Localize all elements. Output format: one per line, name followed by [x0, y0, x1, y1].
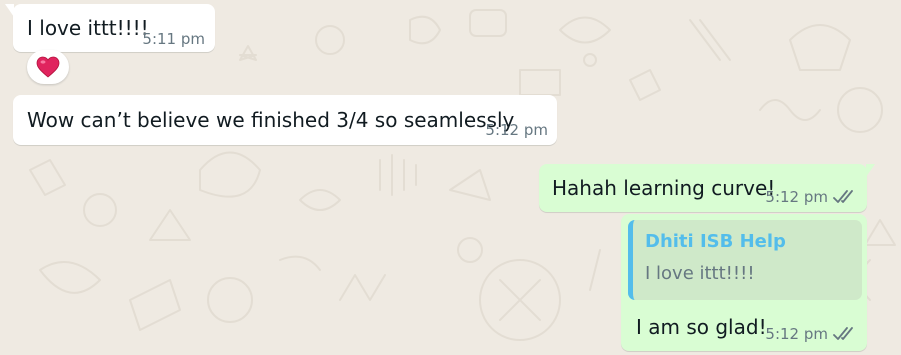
chat-background: I love ittt!!!! 5:11 pm Wow can’t believ… — [0, 0, 901, 355]
bubble-tail — [866, 164, 875, 177]
message-text: Hahah learning curve! — [552, 176, 776, 200]
message-timestamp: 5:12 pm — [765, 325, 857, 343]
message-timestamp: 5:12 pm — [765, 188, 857, 206]
incoming-message-2[interactable]: Wow can’t believe we finished 3/4 so sea… — [13, 95, 557, 145]
quoted-text: I love ittt!!!! — [645, 263, 755, 284]
outgoing-message-1[interactable]: Hahah learning curve! 5:12 pm — [539, 164, 875, 212]
double-check-icon — [833, 190, 853, 203]
timestamp-text: 5:11 pm — [142, 30, 205, 48]
quoted-message[interactable]: Dhiti ISB Help I love ittt!!!! — [628, 220, 862, 300]
double-check-icon — [833, 327, 853, 340]
bubble-tail — [5, 4, 14, 17]
incoming-message-1[interactable]: I love ittt!!!! 5:11 pm — [5, 4, 215, 52]
timestamp-text: 5:12 pm — [765, 325, 828, 343]
message-timestamp: 5:12 pm — [485, 121, 548, 139]
timestamp-text: 5:12 pm — [765, 188, 828, 206]
red-heart-icon — [36, 56, 60, 78]
timestamp-text: 5:12 pm — [485, 121, 548, 139]
message-text: I love ittt!!!! — [27, 16, 149, 40]
message-text: I am so glad! — [636, 315, 767, 339]
message-reaction[interactable] — [27, 50, 69, 84]
quoted-author: Dhiti ISB Help — [645, 231, 786, 252]
message-text: Wow can’t believe we finished 3/4 so sea… — [27, 108, 515, 132]
message-timestamp: 5:11 pm — [142, 30, 205, 48]
